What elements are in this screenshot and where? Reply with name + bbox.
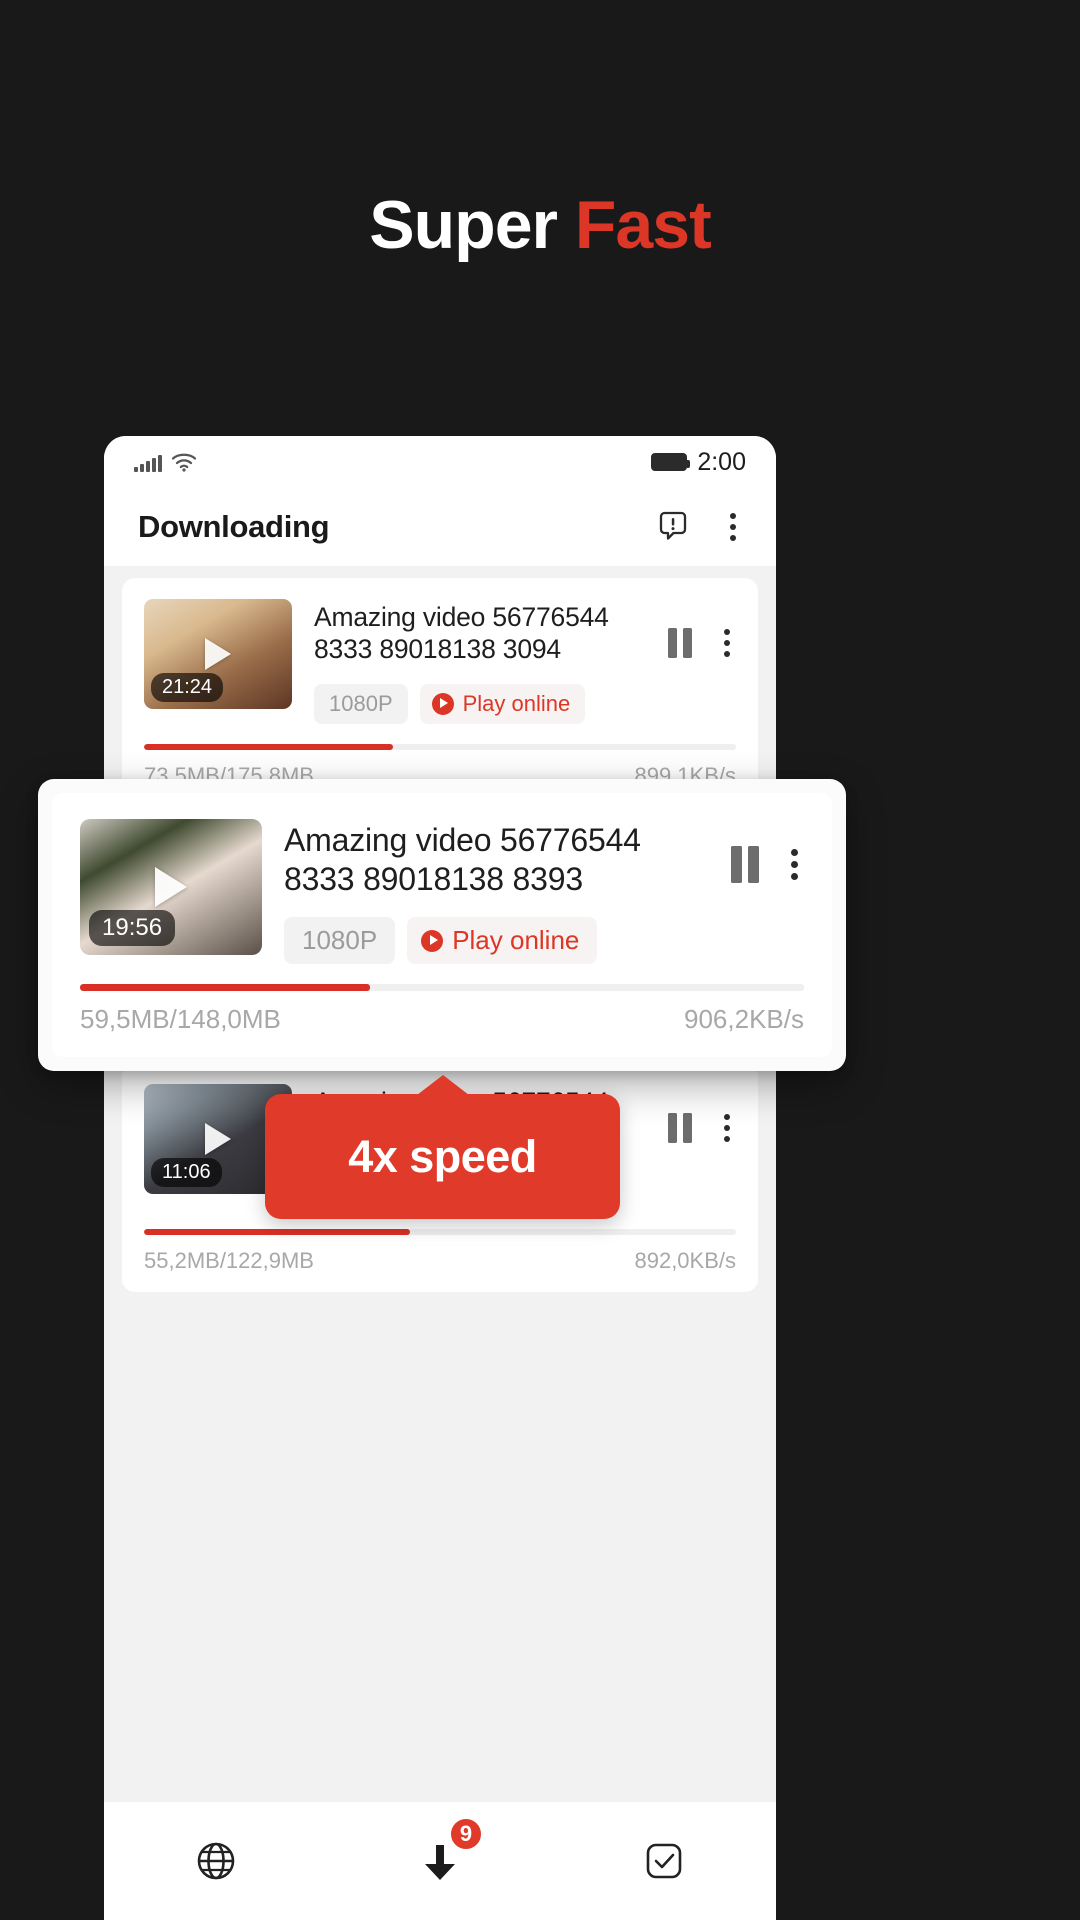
card-kebab-menu-icon[interactable]	[718, 1110, 736, 1146]
progress-fill	[144, 743, 393, 750]
card-tags: 1080P Play online	[284, 917, 709, 965]
card-meta: Amazing video 56776544 8333 89018138 309…	[314, 599, 646, 724]
play-circle-icon	[421, 929, 444, 952]
globe-icon	[197, 1842, 235, 1880]
card-tags: 1080P Play online	[314, 683, 646, 724]
download-list[interactable]: 21:24 Amazing video 56776544 8333 890181…	[104, 566, 776, 1920]
play-online-button[interactable]: Play online	[419, 683, 586, 724]
status-bar-right: 2:00	[651, 448, 746, 477]
download-card-highlighted[interactable]: 19:56 Amazing video 56776544 8333 890181…	[52, 793, 832, 1058]
pause-icon[interactable]	[668, 628, 692, 658]
download-speed: 906,2KB/s	[684, 1004, 804, 1035]
play-online-label: Play online	[452, 925, 580, 956]
status-bar-left	[134, 452, 197, 472]
headline-word-fast: Fast	[574, 187, 712, 263]
alert-message-icon[interactable]	[656, 510, 690, 544]
wifi-icon	[171, 453, 196, 472]
page-title: Downloading	[138, 509, 330, 544]
play-online-button[interactable]: Play online	[407, 917, 598, 965]
headline-line: Super Fast	[0, 187, 1080, 263]
header-actions	[656, 509, 742, 545]
card-kebab-menu-icon[interactable]	[718, 625, 736, 661]
card-controls	[668, 599, 736, 661]
card-controls	[668, 1084, 736, 1146]
downloaded-size: 59,5MB/148,0MB	[80, 1004, 281, 1035]
card-controls	[731, 819, 804, 884]
speed-callout-label: 4x speed	[348, 1130, 537, 1182]
pause-icon[interactable]	[731, 846, 759, 883]
status-bar: 2:00	[104, 436, 776, 488]
video-thumbnail[interactable]: 19:56	[80, 819, 262, 955]
quality-badge: 1080P	[284, 917, 396, 965]
play-circle-icon	[431, 692, 454, 715]
card-kebab-menu-icon[interactable]	[785, 845, 804, 884]
card-row: 21:24 Amazing video 56776544 8333 890181…	[144, 599, 736, 724]
downloaded-size: 55,2MB/122,9MB	[144, 1247, 314, 1273]
quality-badge: 1080P	[314, 683, 408, 724]
nav-item-finished[interactable]	[552, 1802, 776, 1920]
card-row: 19:56 Amazing video 56776544 8333 890181…	[80, 819, 804, 965]
nav-item-browser[interactable]	[104, 1802, 328, 1920]
video-duration: 21:24	[151, 673, 224, 702]
download-speed: 892,0KB/s	[634, 1247, 736, 1273]
video-thumbnail[interactable]: 21:24	[144, 599, 292, 709]
progress-track	[80, 984, 804, 992]
downloads-badge: 9	[448, 1816, 484, 1852]
speed-callout-bubble: 4x speed	[265, 1094, 620, 1219]
progress-track	[144, 743, 736, 750]
video-duration: 19:56	[89, 910, 176, 946]
play-icon	[205, 638, 231, 670]
progress-fill	[144, 1228, 411, 1235]
status-bar-clock: 2:00	[697, 447, 746, 476]
highlighted-download-card-wrapper[interactable]: 19:56 Amazing video 56776544 8333 890181…	[38, 779, 846, 1072]
play-icon	[155, 867, 187, 907]
hero-headline: Super Fast	[0, 187, 1080, 263]
progress-fill	[80, 984, 370, 992]
pause-icon[interactable]	[668, 1113, 692, 1144]
headline-word-super: Super	[369, 187, 558, 263]
progress-track	[144, 1228, 736, 1235]
card-stats: 55,2MB/122,9MB 892,0KB/s	[144, 1248, 736, 1274]
bottom-navigation[interactable]: 9	[104, 1802, 776, 1920]
checkbox-done-icon	[646, 1843, 682, 1879]
battery-icon	[651, 453, 691, 471]
play-online-label: Play online	[462, 690, 571, 716]
card-stats: 59,5MB/148,0MB 906,2KB/s	[80, 1004, 804, 1035]
video-title: Amazing video 56776544 8333 89018138 839…	[284, 822, 641, 898]
app-header: Downloading	[104, 488, 776, 566]
card-meta: Amazing video 56776544 8333 89018138 839…	[284, 819, 709, 965]
video-title: Amazing video 56776544 8333 89018138 309…	[314, 602, 609, 665]
download-card[interactable]: 21:24 Amazing video 56776544 8333 890181…	[122, 578, 758, 807]
video-duration: 11:06	[151, 1158, 222, 1188]
play-icon	[205, 1123, 231, 1156]
cellular-signal-icon	[134, 455, 162, 472]
kebab-menu-icon[interactable]	[724, 509, 742, 545]
nav-item-downloads[interactable]: 9	[328, 1802, 552, 1920]
